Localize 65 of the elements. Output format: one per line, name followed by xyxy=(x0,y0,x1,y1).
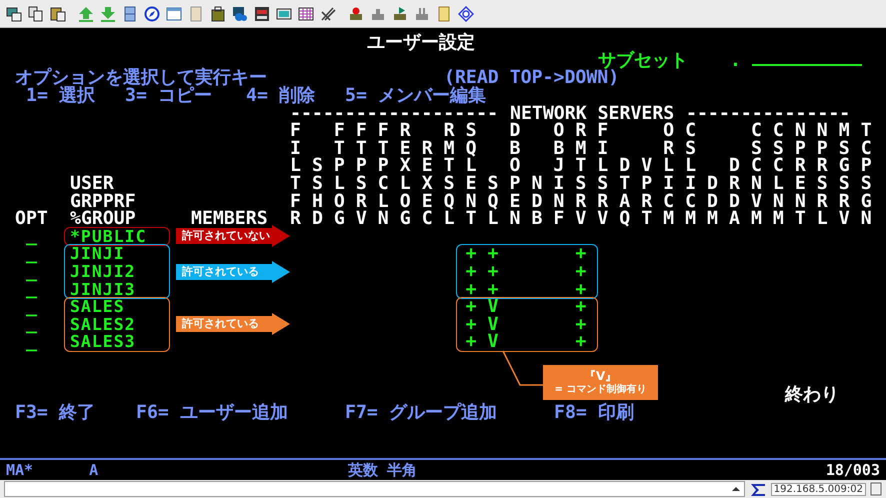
group-name: SALES3 xyxy=(70,335,136,348)
function-key-legend: F3= 終了 xyxy=(15,406,95,419)
read-order-text: (READ TOP->DOWN) xyxy=(444,71,620,84)
dashed-rule: --------------- xyxy=(686,106,850,120)
group-name: SALES xyxy=(70,300,125,314)
option-input[interactable]: _ xyxy=(26,264,37,280)
option-legend: 3= コピー xyxy=(125,89,212,102)
column-heading: USER xyxy=(70,177,114,190)
server-column-letters: TSLSCLXSESPNISSTPIIDRNLESSS xyxy=(290,177,883,190)
server-column-letters: LSPPPXETL O JTLDVLL DCCRRGP xyxy=(290,159,883,172)
bag-icon[interactable] xyxy=(210,6,226,22)
authority-flags: +V + xyxy=(464,318,598,331)
dropdown-field[interactable] xyxy=(4,481,745,497)
resize-icon[interactable] xyxy=(870,482,882,496)
note-icon[interactable] xyxy=(436,6,452,22)
caret-icon xyxy=(732,486,740,492)
authority-flags: ++ + xyxy=(464,282,598,296)
sigma-icon[interactable] xyxy=(748,482,767,496)
column-heading: MEMBERS xyxy=(191,212,268,226)
network-servers-heading: NETWORK SERVERS xyxy=(510,106,674,120)
status-input-mode: 英数 半角 xyxy=(348,464,418,476)
option-input[interactable]: _ xyxy=(26,298,37,315)
group-name: JINJI2 xyxy=(70,265,136,278)
option-input[interactable]: _ xyxy=(26,316,37,332)
window-icon[interactable] xyxy=(166,6,182,22)
option-input[interactable]: _ xyxy=(26,246,37,262)
callout-text: = コマンド制御有り xyxy=(554,382,646,396)
callout-title: 『V』 xyxy=(584,368,618,382)
status-field: A xyxy=(89,464,98,476)
column-heading: OPT xyxy=(15,212,48,226)
paste-icon[interactable] xyxy=(50,6,66,22)
group-name: JINJI3 xyxy=(70,282,136,296)
monitor-icon[interactable] xyxy=(276,6,292,22)
column-heading: GRPPRF xyxy=(70,194,136,208)
column-heading: %GROUP xyxy=(70,212,136,226)
record-icon[interactable] xyxy=(348,6,364,22)
cursor-position: 18/003 xyxy=(826,464,880,476)
arrow-label: 許可されている xyxy=(182,264,259,279)
status-mode: MA* xyxy=(6,464,34,476)
file-cabinet-icon[interactable] xyxy=(122,6,138,22)
authority-flags: +V + xyxy=(464,335,598,348)
server-column-letters: RDGVNGCLTLNBFVVQTMMMAMMTLVN xyxy=(290,212,883,226)
compass-icon[interactable] xyxy=(144,6,160,22)
subset-dot: . xyxy=(730,54,741,67)
arrow-label: 許可されている xyxy=(182,317,259,332)
authority-flags: ++ + xyxy=(464,247,598,260)
help-icon[interactable] xyxy=(458,6,474,22)
server-column-letters: F FFFR RS D ORF OC CCNNMT xyxy=(290,124,883,138)
group-name: *PUBLIC xyxy=(70,230,147,243)
authority-flags: ++ + xyxy=(464,265,598,278)
option-input[interactable]: _ xyxy=(26,228,37,244)
address-field: 192.168.5.009:02 xyxy=(770,482,866,496)
server-column-letters: I TTTERMQ B BMI RS SSPPSC xyxy=(290,142,883,155)
option-input[interactable]: _ xyxy=(26,281,37,298)
screen-copy-icon[interactable] xyxy=(6,6,22,22)
dashed-rule: ------------------- xyxy=(290,106,498,120)
play-icon[interactable] xyxy=(392,6,408,22)
grid-icon[interactable] xyxy=(298,6,314,22)
authority-flags: +V + xyxy=(464,300,598,314)
server-column-letters: FHORLOEQNQEDNRRARCCDDVNNRRG xyxy=(290,194,883,208)
group-name: SALES2 xyxy=(70,318,136,331)
group-name: JINJI xyxy=(70,247,125,260)
arrow-label: 許可されていない xyxy=(182,229,270,244)
copy-icon[interactable] xyxy=(28,6,44,22)
option-input[interactable]: _ xyxy=(26,334,37,350)
